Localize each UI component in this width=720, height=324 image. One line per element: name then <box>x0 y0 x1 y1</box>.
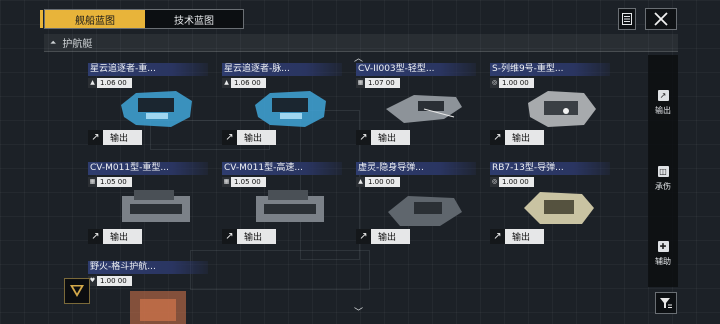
stat-icon: ◎ <box>490 177 499 187</box>
stat-icon: ▦ <box>88 177 97 187</box>
side-button-label: 辅助 <box>655 257 671 266</box>
stat-icon: ◎ <box>490 78 499 88</box>
side-button-support[interactable]: ✚ 辅助 <box>648 230 678 278</box>
ship-image <box>255 91 326 127</box>
card-title: CV-M011型-高速... <box>222 162 342 175</box>
blueprint-card[interactable]: RB7-13型-导弹... ◎ 1.00 00 ↗ 输出 <box>490 162 610 244</box>
export-arrow-icon: ↗ <box>490 130 505 145</box>
blueprint-decoration <box>190 250 370 290</box>
blueprint-card[interactable]: 星云追逐者-脉... ▲ 1.06 00 ↗ 输出 <box>222 63 342 145</box>
export-button[interactable]: ↗ 输出 <box>88 130 142 145</box>
card-title: CV-M011型-重型... <box>88 162 208 175</box>
blueprint-card[interactable]: 星云追逐者-重... ▲ 1.06 00 ↗ 输出 <box>88 63 208 145</box>
card-title: 星云追逐者-重... <box>88 63 208 76</box>
card-title: 野火-格斗护航... <box>88 261 208 274</box>
export-arrow-icon: ↗ <box>490 229 505 244</box>
export-arrow-icon: ↗ <box>222 130 237 145</box>
export-label: 输出 <box>244 233 263 243</box>
support-icon: ✚ <box>657 241 669 252</box>
card-title: CV-II003型-轻型... <box>356 63 476 76</box>
export-button[interactable]: ↗ 输出 <box>222 130 276 145</box>
ship-image <box>130 291 186 324</box>
document-button[interactable] <box>618 8 636 30</box>
blueprint-card[interactable]: CV-M011型-高速... ▦ 1.05 00 ↗ 输出 <box>222 162 342 244</box>
collapse-icon: ⏶ <box>50 37 57 47</box>
export-arrow-icon: ↗ <box>88 130 103 145</box>
export-button[interactable]: ↗ 输出 <box>88 229 142 244</box>
card-title: S-列维9号-重型... <box>490 63 610 76</box>
card-title: 星云追逐者-脉... <box>222 63 342 76</box>
shield-icon: ◫ <box>657 166 669 177</box>
tab-tech-blueprint[interactable]: 技术蓝图 <box>145 10 243 28</box>
filter-button[interactable] <box>655 292 677 314</box>
ship-image <box>256 190 324 222</box>
export-label: 输出 <box>378 134 397 144</box>
tab-bar: 舰船蓝图 技术蓝图 <box>44 9 244 29</box>
ship-image <box>524 192 594 224</box>
export-button[interactable]: ↗ 输出 <box>222 229 276 244</box>
side-button-label: 承伤 <box>655 182 671 191</box>
close-button[interactable] <box>645 8 677 30</box>
card-title: 虚灵-隐身导弹... <box>356 162 476 175</box>
export-arrow-icon: ↗ <box>356 229 371 244</box>
rank-badge <box>64 278 90 304</box>
section-label: 护航艇 <box>62 39 93 50</box>
blueprint-card[interactable]: CV-II003型-轻型... ▦ 1.07 00 ↗ 输出 <box>356 63 476 145</box>
blueprint-card[interactable]: 野火-格斗护航... ♥ 1.00 00 <box>88 261 208 324</box>
scroll-down-icon[interactable]: ﹀ <box>354 305 363 318</box>
export-label: 输出 <box>244 134 263 144</box>
side-button-tank[interactable]: ◫ 承伤 <box>648 155 678 203</box>
ship-image <box>386 95 462 123</box>
section-header[interactable]: ⏶ 护航艇 <box>44 34 678 52</box>
side-button-label: 输出 <box>655 106 671 115</box>
ship-image <box>388 196 462 226</box>
filter-icon <box>660 298 672 308</box>
top-bar: 舰船蓝图 技术蓝图 <box>0 0 720 32</box>
document-icon <box>622 13 632 25</box>
export-label: 输出 <box>512 233 531 243</box>
export-arrow-icon: ↗ <box>356 130 371 145</box>
blueprint-card[interactable]: S-列维9号-重型... ◎ 1.00 00 ↗ 输出 <box>490 63 610 145</box>
export-arrow-icon: ↗ <box>88 229 103 244</box>
tab-marker <box>40 10 43 28</box>
blueprint-card[interactable]: CV-M011型-重型... ▦ 1.05 00 ↗ 输出 <box>88 162 208 244</box>
ship-image <box>528 91 596 127</box>
stat-icon: ▦ <box>356 78 365 88</box>
export-label: 输出 <box>110 134 129 144</box>
stat-icon: ▲ <box>88 78 97 88</box>
ship-image <box>122 190 190 222</box>
stat-icon: ▦ <box>222 177 231 187</box>
export-label: 输出 <box>378 233 397 243</box>
export-button[interactable]: ↗ 输出 <box>356 130 410 145</box>
stat-icon: ▲ <box>222 78 231 88</box>
export-button[interactable]: ↗ 输出 <box>356 229 410 244</box>
card-title: RB7-13型-导弹... <box>490 162 610 175</box>
ship-image <box>121 91 192 127</box>
export-label: 输出 <box>110 233 129 243</box>
rank-chevron-icon <box>70 285 84 297</box>
export-label: 输出 <box>512 134 531 144</box>
export-button[interactable]: ↗ 输出 <box>490 229 544 244</box>
side-filter-panel: ↗ 输出 ◫ 承伤 ✚ 辅助 <box>648 55 678 287</box>
export-button[interactable]: ↗ 输出 <box>490 130 544 145</box>
blueprint-card[interactable]: 虚灵-隐身导弹... ▲ 1.00 00 ↗ 输出 <box>356 162 476 244</box>
close-icon <box>654 12 668 26</box>
export-icon: ↗ <box>657 90 669 101</box>
stat-icon: ▲ <box>356 177 365 187</box>
export-arrow-icon: ↗ <box>222 229 237 244</box>
tab-ship-blueprint[interactable]: 舰船蓝图 <box>45 10 145 28</box>
side-button-output[interactable]: ↗ 输出 <box>648 79 678 127</box>
